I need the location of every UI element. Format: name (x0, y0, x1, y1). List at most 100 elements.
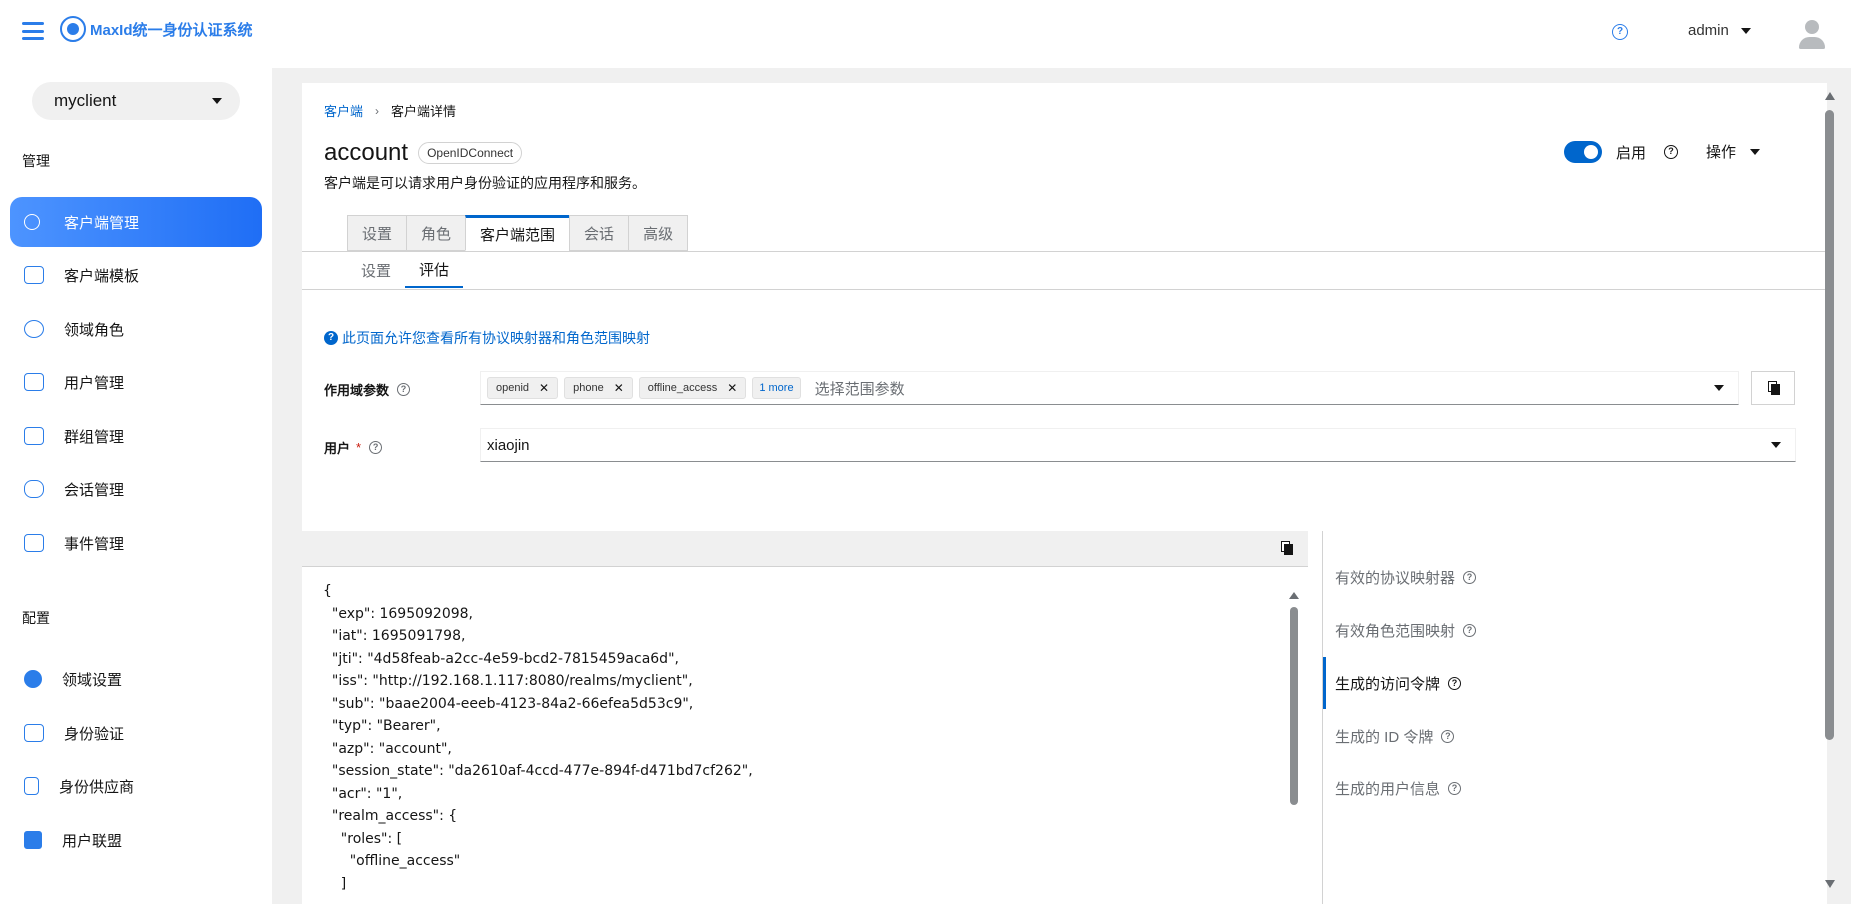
copy-scope-button[interactable] (1751, 371, 1795, 405)
sidebar-item-client-templates[interactable]: 客户端模板 (10, 250, 262, 300)
copy-code-button[interactable] (1280, 541, 1296, 557)
help-icon[interactable]: ? (369, 441, 383, 454)
code-lines: { "exp": 1695092098, "iat": 1695091798, … (316, 580, 1300, 895)
hamburger-menu-icon[interactable] (22, 22, 44, 40)
page-title: account (324, 139, 409, 166)
tab-roles[interactable]: 角色 (406, 215, 466, 251)
sidebar-item-groups[interactable]: 群组管理 (10, 411, 262, 461)
caret-down-icon (212, 98, 222, 104)
chevron-right-icon: › (375, 103, 380, 118)
gear-icon (24, 320, 44, 338)
sidebar-item-user-federation[interactable]: 用户联盟 (10, 815, 262, 865)
side-tab-user-info[interactable]: 生成的用户信息 ? (1323, 762, 1623, 814)
caret-down-icon[interactable] (1771, 442, 1781, 448)
scope-param-multiselect[interactable]: openid ✕ phone ✕ offline_access ✕ 1 more… (480, 371, 1739, 405)
calendar-icon (24, 534, 44, 552)
scroll-up-icon[interactable] (1289, 592, 1299, 599)
user-label: 用户 * ? (324, 438, 383, 457)
breadcrumb-current: 客户端详情 (391, 104, 457, 119)
sidebar-item-label: 用户管理 (64, 374, 125, 392)
close-icon[interactable]: ✕ (614, 381, 624, 395)
actions-dropdown[interactable]: 操作 (1706, 141, 1761, 162)
enabled-label: 启用 (1616, 144, 1647, 162)
caret-down-icon (1740, 27, 1751, 34)
side-tab-label: 生成的访问令牌 (1335, 675, 1441, 693)
page-scrollbar[interactable] (1823, 86, 1837, 894)
logo[interactable]: MaxId统一身份认证系统 (60, 16, 253, 42)
scroll-thumb[interactable] (1825, 110, 1834, 740)
user-icon (24, 214, 40, 230)
scope-placeholder: 选择范围参数 (814, 380, 905, 398)
side-tab-label: 生成的 ID 令牌 (1335, 728, 1434, 746)
sidebar-item-identity-providers[interactable]: 身份供应商 (10, 761, 262, 811)
scope-more-chip[interactable]: 1 more (752, 377, 801, 399)
evaluate-info: ? 此页面允许您查看所有协议映射器和角色范围映射 (324, 328, 650, 348)
close-icon[interactable]: ✕ (727, 381, 737, 395)
avatar[interactable] (1798, 20, 1826, 50)
sidebar-item-sessions[interactable]: 会话管理 (10, 464, 262, 514)
realm-selector[interactable]: myclient (32, 82, 240, 120)
sidebar-item-realm-settings[interactable]: 领域设置 (10, 654, 262, 704)
token-code-viewer[interactable]: { "exp": 1695092098, "iat": 1695091798, … (316, 580, 1300, 904)
section-title-config: 配置 (22, 610, 50, 626)
code-line: "acr": "1", (323, 785, 403, 802)
enabled-toggle[interactable] (1564, 141, 1602, 163)
scroll-down-icon[interactable] (1825, 880, 1835, 888)
user-menu-toggle[interactable]: admin (1688, 22, 1751, 39)
sidebar-item-events[interactable]: 事件管理 (10, 518, 262, 568)
code-toolbar (302, 531, 1308, 567)
user-label-text: 用户 (324, 441, 351, 456)
scope-param-label: 作用域参数 ? (324, 380, 411, 399)
tab-settings[interactable]: 设置 (347, 215, 407, 251)
caret-down-icon (1750, 148, 1761, 155)
required-marker: * (356, 440, 362, 455)
logo-text: MaxId统一身份认证系统 (90, 21, 253, 39)
help-icon[interactable]: ? (1448, 676, 1462, 690)
side-tab-role-scope-mappings[interactable]: 有效角色范围映射 ? (1323, 604, 1623, 656)
help-icon[interactable]: ? (1664, 145, 1679, 159)
help-icon[interactable]: ? (1448, 781, 1462, 795)
help-icon[interactable]: ? (1463, 570, 1477, 584)
copy-icon-front (1771, 384, 1780, 395)
sidebar-item-label: 客户端管理 (64, 214, 140, 232)
sidebar-item-label: 身份供应商 (59, 778, 135, 796)
sidebar-item-label: 身份验证 (64, 725, 125, 743)
scroll-up-icon[interactable] (1825, 92, 1835, 100)
scope-chip-label: openid (496, 382, 530, 394)
close-icon[interactable]: ✕ (539, 381, 549, 395)
section-title-manage: 管理 (22, 153, 50, 169)
help-icon[interactable]: ? (397, 383, 411, 396)
tab-advanced[interactable]: 高级 (628, 215, 689, 251)
copy-icon-front (1284, 544, 1293, 555)
code-line: "sub": "baae2004-eeeb-4123-84a2-66efea5d… (323, 695, 694, 712)
sidebar-item-users[interactable]: 用户管理 (10, 357, 262, 407)
breadcrumb: 客户端 › 客户端详情 (324, 101, 456, 120)
help-icon[interactable]: ? (1463, 623, 1477, 637)
sidebar-item-authentication[interactable]: 身份验证 (10, 708, 262, 758)
logo-icon (60, 16, 86, 42)
code-scrollbar[interactable] (1288, 590, 1300, 904)
sidebar-item-label: 会话管理 (64, 481, 125, 499)
code-line: { (323, 583, 332, 599)
sidebar: myclient 管理 客户端管理 客户端模板 领域角色 用户管理 群组管理 会… (0, 68, 272, 904)
main-tabs: 设置 角色 客户端范围 会话 高级 (347, 215, 689, 251)
side-tab-id-token[interactable]: 生成的 ID 令牌 ? (1323, 710, 1623, 762)
sidebar-item-realm-roles[interactable]: 领域角色 (10, 304, 262, 354)
breadcrumb-clients-link[interactable]: 客户端 (324, 101, 363, 120)
sidebar-item-clients[interactable]: 客户端管理 (10, 197, 262, 247)
help-icon[interactable]: ? (1441, 729, 1455, 743)
subtab-setup[interactable]: 设置 (347, 252, 405, 288)
settings-icon (24, 670, 42, 688)
user-value: xiaojin (487, 436, 530, 454)
scroll-thumb[interactable] (1290, 607, 1298, 805)
caret-down-icon[interactable] (1714, 385, 1724, 391)
code-line: "session_state": "da2610af-4ccd-477e-894… (323, 763, 753, 779)
subtab-evaluate[interactable]: 评估 (405, 252, 464, 288)
tab-client-scopes[interactable]: 客户端范围 (465, 215, 570, 251)
scope-param-label-text: 作用域参数 (324, 383, 390, 398)
side-tab-access-token[interactable]: 生成的访问令牌 ? (1323, 657, 1623, 709)
tab-sessions[interactable]: 会话 (569, 215, 629, 251)
help-icon[interactable]: ? (1612, 24, 1628, 40)
side-tab-protocol-mappers[interactable]: 有效的协议映射器 ? (1323, 551, 1623, 603)
user-select[interactable]: xiaojin (480, 428, 1796, 462)
